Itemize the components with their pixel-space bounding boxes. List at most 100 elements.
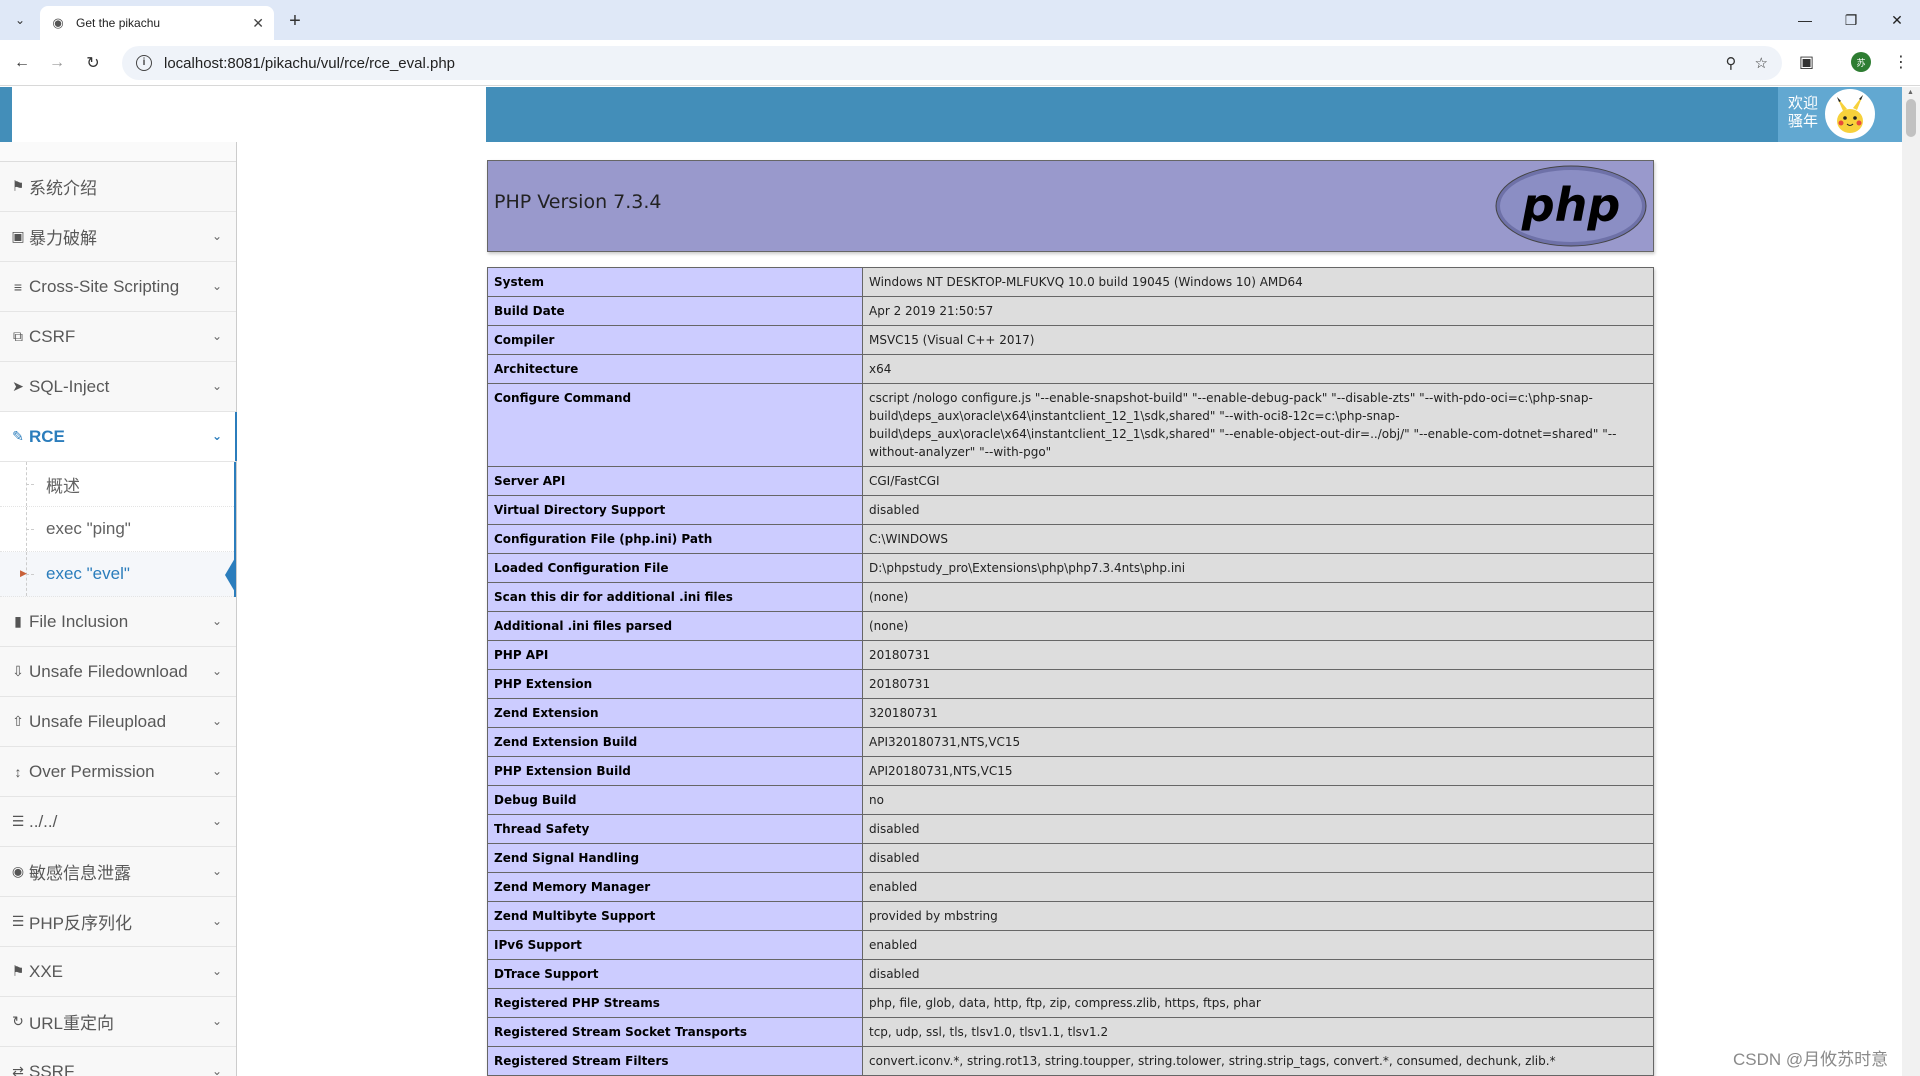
close-tab-icon[interactable]: ✕ [252,15,264,32]
extensions-icon[interactable]: ▣ [1799,52,1814,72]
scroll-up-icon[interactable]: ▲ [1907,89,1914,96]
bookmark-star-icon[interactable]: ☆ [1755,54,1768,72]
sidebar-item-9[interactable]: ↕ Over Permission ⌄ [0,747,236,797]
phpinfo-value: tcp, udp, ssl, tls, tlsv1.0, tlsv1.1, tl… [862,1017,1654,1047]
phpinfo-value: disabled [862,495,1654,525]
phpinfo-row: Build Date Apr 2 2019 21:50:57 [487,296,1654,326]
phpinfo-value: 320180731 [862,698,1654,728]
phpinfo-row: PHP Extension 20180731 [487,669,1654,699]
download-icon: ⇩ [12,663,24,679]
profile-avatar[interactable]: 苏 [1851,52,1871,72]
phpinfo-row: Thread Safety disabled [487,814,1654,844]
phpinfo-key: Registered Stream Socket Transports [487,1017,863,1047]
chevron-down-icon: ⌄ [211,1014,222,1028]
sidebar-item-1[interactable]: ▣ 暴力破解 ⌄ [0,212,236,262]
address-bar[interactable]: i localhost:8081/pikachu/vul/rce/rce_eva… [122,46,1782,80]
phpinfo-key: Zend Extension [487,698,863,728]
reload-button[interactable]: ↻ [81,51,105,75]
sidebar-item-8[interactable]: ⇧ Unsafe Fileupload ⌄ [0,697,236,747]
welcome-line-1: 欢迎 [1788,95,1819,112]
sidebar-item-0[interactable]: ⚑ 系统介绍 [0,162,236,212]
sidebar-item-7[interactable]: ⇩ Unsafe Filedownload ⌄ [0,647,236,697]
phpinfo-key: Zend Signal Handling [487,843,863,873]
chevron-down-icon: ⌄ [211,614,222,628]
sidebar-item-label: 敏感信息泄露 [29,864,131,883]
sidebar-item-5[interactable]: ✎ RCE ⌄ [0,412,237,462]
phpinfo-key: Zend Multibyte Support [487,901,863,931]
phpinfo-row: DTrace Support disabled [487,959,1654,989]
phpinfo-value: enabled [862,930,1654,960]
sidebar-item-label: 系统介绍 [29,179,97,198]
phpinfo-row: Registered Stream Socket Transports tcp, … [487,1017,1654,1047]
rce-submenu-item-2[interactable]: ▶ exec "evel" [0,552,235,597]
rce-submenu-item-0[interactable]: 概述 [0,462,234,507]
chevron-down-icon: ⌄ [211,329,222,343]
phpinfo-key: Configure Command [487,383,863,467]
phpinfo-row: Zend Extension Build API320180731,NTS,VC1… [487,727,1654,757]
sidebar-item-14[interactable]: ↻ URL重定向 ⌄ [0,997,236,1047]
phpinfo-row: Additional .ini files parsed (none) [487,611,1654,641]
sidebar-item-label: URL重定向 [29,1014,115,1033]
exchange-icon: ⇄ [12,1063,24,1076]
back-button[interactable]: ← [10,51,34,75]
phpinfo-table: System Windows NT DESKTOP-MLFUKVQ 10.0 bu… [487,267,1654,1076]
share-icon: ⧉ [13,328,23,344]
pikachu-avatar[interactable] [1825,89,1875,139]
sidebar-item-label: RCE [29,426,65,446]
restore-button[interactable]: ❐ [1828,0,1874,40]
chevron-down-icon: ⌄ [211,964,222,978]
phpinfo-value: no [862,785,1654,815]
site-info-icon[interactable]: i [136,55,152,71]
welcome-line-2: 骚年 [1788,113,1819,130]
page-scrollbar[interactable]: ▲ [1902,87,1920,1076]
phpinfo-key: Compiler [487,325,863,355]
sidebar-item-12[interactable]: ☰ PHP反序列化 ⌄ [0,897,236,947]
phpinfo-value: disabled [862,959,1654,989]
browser-tab[interactable]: ◉ Get the pikachu ✕ [40,6,274,40]
page-viewport: 欢迎 骚年 ⚑ 系统介绍 ▣ 暴力破解 ⌄ ≡ Cross-Site Scrip… [0,87,1902,1076]
phpinfo-row: Architecture x64 [487,354,1654,384]
sidebar-item-15[interactable]: ⇄ SSRF ⌄ [0,1047,236,1076]
phpinfo-value: 20180731 [862,669,1654,699]
rce-submenu-item-1[interactable]: exec "ping" [0,507,234,552]
forward-button[interactable]: → [45,51,69,75]
flag-icon: ⚑ [11,963,25,979]
phpinfo-row: Compiler MSVC15 (Visual C++ 2017) [487,325,1654,355]
sidebar-item-10[interactable]: ☰ ../../ ⌄ [0,797,236,847]
browser-menu-icon[interactable]: ⋮ [1893,52,1909,72]
phpinfo-value: CGI/FastCGI [862,466,1654,496]
new-tab-button[interactable]: + [282,8,308,34]
sidebar-item-3[interactable]: ⧉ CSRF ⌄ [0,312,236,362]
sidebar-item-label: Cross-Site Scripting [29,276,180,296]
chevron-down-icon: ⌄ [211,1064,222,1076]
phpinfo-value: convert.iconv.*, string.rot13, string.to… [862,1046,1654,1076]
sidebar-item-label: SSRF [29,1061,75,1076]
sidebar-item-4[interactable]: ➤ SQL-Inject ⌄ [0,362,236,412]
url-text[interactable]: localhost:8081/pikachu/vul/rce/rce_eval.… [164,55,1708,72]
chevron-down-icon: ⌄ [211,764,222,778]
phpinfo-value: API320180731,NTS,VC15 [862,727,1654,757]
php-logo-icon: php [1495,165,1647,247]
sidebar-item-2[interactable]: ≡ Cross-Site Scripting ⌄ [0,262,236,312]
chevron-down-icon: ⌄ [211,379,222,393]
sidebar-item-11[interactable]: ◉ 敏感信息泄露 ⌄ [0,847,236,897]
scrollbar-thumb[interactable] [1906,99,1916,137]
chevron-down-icon: ⌄ [211,229,222,243]
csdn-watermark: CSDN @月攸苏时意 [1733,1050,1889,1069]
phpinfo-value: cscript /nologo configure.js "--enable-s… [862,383,1654,467]
zoom-icon[interactable]: ⚲ [1726,54,1737,72]
user-box[interactable]: 欢迎 骚年 [1778,87,1902,142]
upload-icon: ⇧ [12,713,24,729]
phpinfo-value: provided by mbstring [862,901,1654,931]
tag-icon: ⚑ [11,178,25,194]
refresh-icon: ↻ [12,1013,24,1029]
sidebar-item-13[interactable]: ⚑ XXE ⌄ [0,947,236,997]
minimize-button[interactable]: — [1782,0,1828,40]
tab-search-button[interactable]: ⌄ [8,8,32,32]
list-icon: ☰ [11,913,25,929]
phpinfo-value: disabled [862,814,1654,844]
sidebar-item-6[interactable]: ▮ File Inclusion ⌄ [0,597,236,647]
pencil-icon: ✎ [12,428,24,444]
sidebar-item-label: PHP反序列化 [29,914,132,933]
close-window-button[interactable]: ✕ [1874,0,1920,40]
